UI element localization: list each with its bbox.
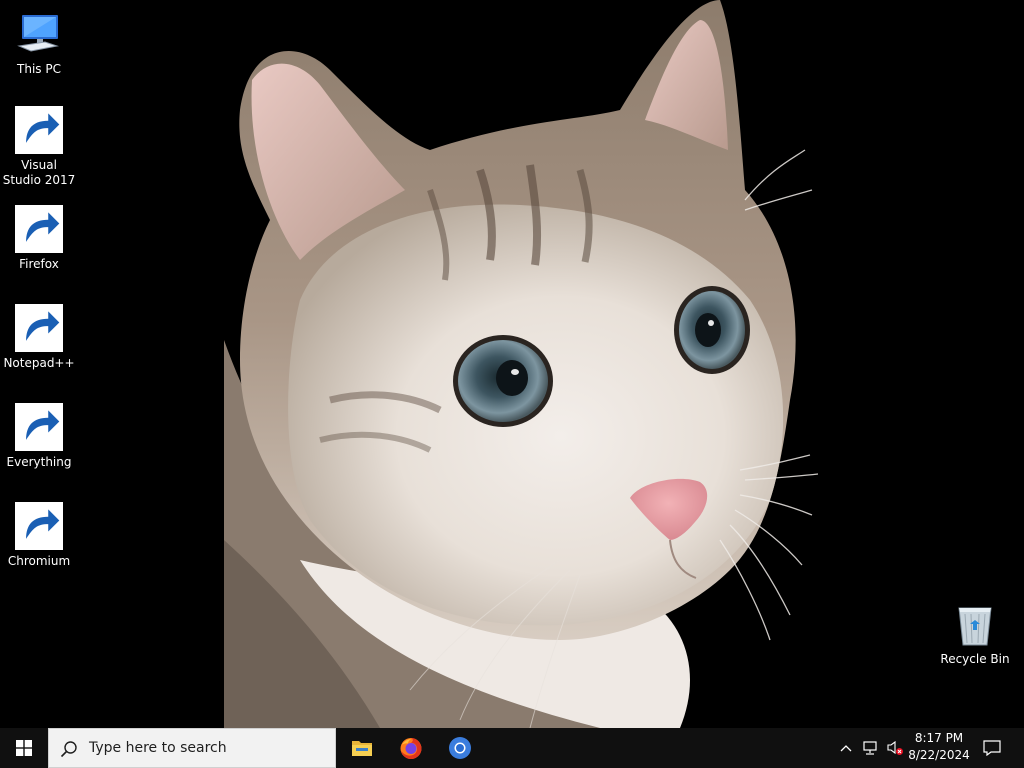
chevron-up-icon — [840, 745, 852, 752]
clock-time: 8:17 PM — [914, 731, 964, 745]
action-center-button[interactable] — [978, 728, 1006, 768]
network-status[interactable] — [860, 728, 882, 768]
shortcut-arrow-icon — [15, 106, 63, 154]
taskbar: Type here to search 8:17 PM 8/22/2024 — [0, 728, 1024, 768]
search-icon — [60, 741, 77, 758]
desktop-icon-this-pc[interactable]: This PC — [1, 10, 77, 77]
file-explorer-icon — [352, 741, 372, 756]
recycle-bin-icon — [951, 600, 999, 648]
network-icon — [863, 741, 877, 755]
search-placeholder: Type here to search — [89, 740, 227, 756]
notification-icon — [983, 740, 1001, 756]
shortcut-arrow-icon — [15, 304, 63, 352]
desktop-icon-label: Recycle Bin — [940, 652, 1010, 666]
show-hidden-icons-button[interactable] — [836, 728, 856, 768]
notepadpp-icon — [15, 304, 63, 352]
desktop-icon-label: Visual Studio 2017 — [2, 158, 76, 187]
desktop-icon-chromium[interactable]: Chromium — [1, 502, 77, 569]
desktop: This PC Visual Studio 2017 Firefox Notep… — [0, 0, 1024, 768]
computer-icon — [15, 10, 63, 58]
everything-icon — [15, 403, 63, 451]
windows-logo-icon — [16, 740, 32, 756]
shortcut-arrow-icon — [15, 502, 63, 550]
cat-wallpaper — [0, 0, 1024, 728]
visual-studio-icon — [15, 106, 63, 154]
clock[interactable]: 8:17 PM 8/22/2024 — [903, 730, 975, 766]
desktop-icon-label: Chromium — [7, 554, 71, 568]
shortcut-arrow-icon — [15, 403, 63, 451]
volume-muted-icon — [887, 740, 903, 755]
clock-date: 8/22/2024 — [908, 748, 970, 762]
desktop-icon-visual-studio-2017[interactable]: Visual Studio 2017 — [1, 106, 77, 188]
chromium-icon — [15, 502, 63, 550]
desktop-icon-label: Firefox — [19, 257, 59, 271]
taskbar-firefox[interactable] — [387, 728, 435, 768]
desktop-icon-everything[interactable]: Everything — [1, 403, 77, 470]
desktop-icon-label: Notepad++ — [3, 356, 75, 370]
desktop-icon-label: Everything — [6, 455, 72, 469]
firefox-icon — [15, 205, 63, 253]
desktop-icon-notepadpp[interactable]: Notepad++ — [1, 304, 77, 371]
chromium-icon — [449, 737, 471, 759]
start-button[interactable] — [0, 728, 48, 768]
desktop-icon-label: This PC — [17, 62, 61, 76]
firefox-icon — [400, 738, 422, 759]
taskbar-chromium[interactable] — [436, 728, 484, 768]
search-input[interactable]: Type here to search — [48, 728, 336, 768]
shortcut-arrow-icon — [15, 205, 63, 253]
taskbar-file-explorer[interactable] — [338, 728, 386, 768]
desktop-icon-recycle-bin[interactable]: Recycle Bin — [937, 600, 1013, 667]
desktop-icon-firefox[interactable]: Firefox — [1, 205, 77, 272]
